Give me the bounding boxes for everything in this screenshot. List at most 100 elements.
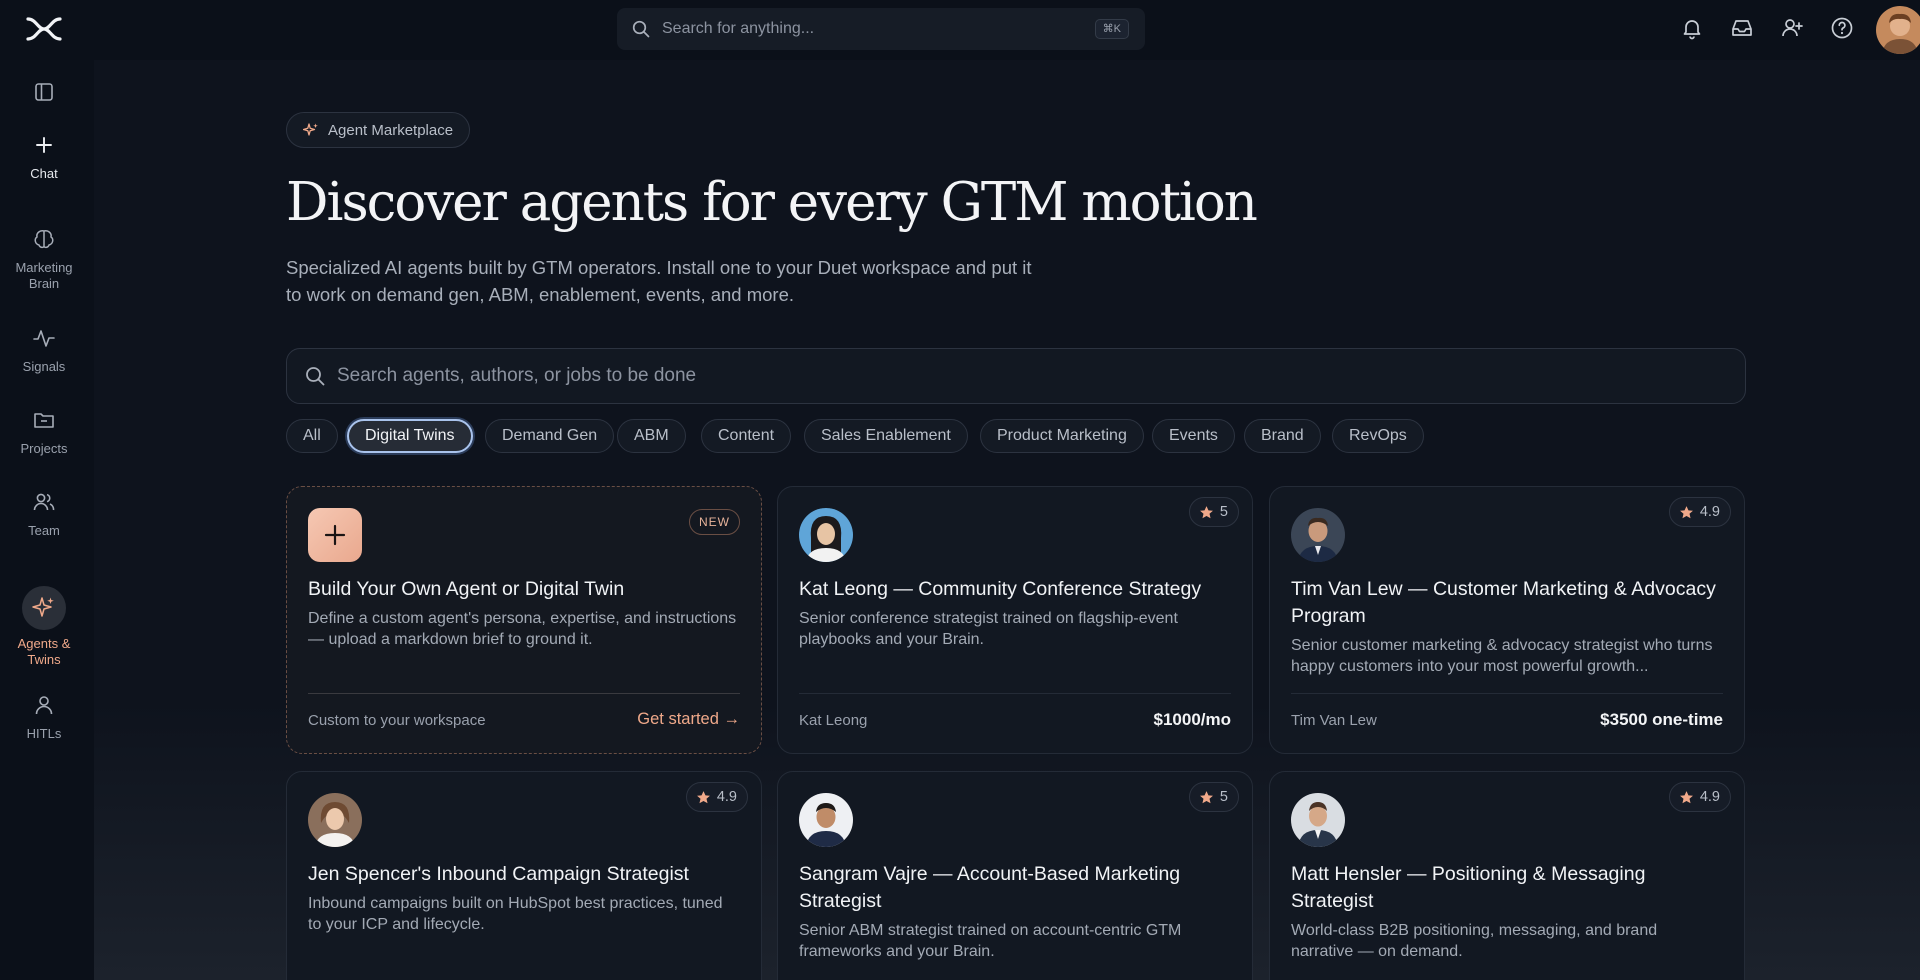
sidebar-item-marketing-brain[interactable]: Marketing Brain: [0, 226, 88, 292]
page-subtitle: Specialized AI agents built by GTM opera…: [286, 257, 1032, 305]
card-divider: [1291, 693, 1723, 694]
rating-value: 5: [1219, 504, 1228, 520]
sparkles-icon: [32, 597, 54, 617]
avatar: [1291, 793, 1345, 847]
sparkles-icon: [303, 123, 318, 136]
agent-card[interactable]: 4.9 Jen Spencer's Inbound Campaign Strat…: [286, 771, 762, 980]
marketplace-chip-label: Agent Marketplace: [328, 121, 454, 139]
sidebar-item-projects[interactable]: Projects: [0, 407, 88, 457]
card-divider: [308, 693, 740, 694]
star-icon: [1199, 790, 1213, 803]
card-description: World-class B2B positioning, messaging, …: [1291, 922, 1658, 960]
card-description: Senior customer marketing & advocacy str…: [1291, 637, 1713, 675]
filter-events[interactable]: Events: [1152, 419, 1235, 453]
user-avatar[interactable]: [1876, 6, 1920, 54]
plus-icon: [36, 137, 52, 153]
filter-demand-gen[interactable]: Demand Gen: [485, 419, 615, 453]
add-user-icon[interactable]: [1780, 16, 1804, 40]
agent-search-placeholder: Search agents, authors, or jobs to be do…: [337, 365, 697, 386]
sidebar-item-label: Team: [28, 523, 60, 538]
rating-badge: 4.9: [1668, 497, 1731, 527]
sidebar-item-label: HITLs: [26, 726, 62, 741]
rating-value: 4.9: [716, 789, 737, 805]
sidebar-item-label: Marketing Brain: [15, 260, 73, 291]
bell-icon[interactable]: [1680, 16, 1704, 40]
sidebar-toggle[interactable]: [0, 79, 88, 105]
filter-sales-enablement[interactable]: Sales Enablement: [804, 419, 968, 453]
card-title: Jen Spencer's Inbound Campaign Strategis…: [308, 863, 689, 885]
top-actions: [0, 16, 1920, 42]
sidebar-item-hitls[interactable]: HITLs: [0, 692, 88, 742]
add-agent-tile: [308, 508, 362, 562]
filter-product-marketing[interactable]: Product Marketing: [980, 419, 1144, 453]
active-indicator: [22, 586, 66, 630]
rating-value: 5: [1219, 789, 1228, 805]
filter-all[interactable]: All: [286, 419, 338, 453]
card-description: Senior conference strategist trained on …: [799, 610, 1178, 648]
filter-brand[interactable]: Brand: [1244, 419, 1321, 453]
sidebar-toggle-icon: [35, 83, 53, 101]
avatar: [799, 508, 853, 562]
agent-search-input[interactable]: Search agents, authors, or jobs to be do…: [286, 348, 1746, 404]
sidebar-item-chat[interactable]: Chat: [0, 132, 88, 182]
filter-abm[interactable]: ABM: [617, 419, 686, 453]
card-description: Inbound campaigns built on HubSpot best …: [308, 895, 723, 933]
page-title: Discover agents for every GTM motion: [286, 172, 1258, 233]
card-title: Kat Leong — Community Conference Strateg…: [799, 578, 1202, 600]
sidebar-item-signals[interactable]: Signals: [0, 325, 88, 375]
agent-card[interactable]: 4.9 Tim Van Lew — Customer Marketing & A…: [1269, 486, 1745, 754]
marketplace-chip: Agent Marketplace: [286, 112, 471, 148]
agent-card[interactable]: 5 Kat Leong — Community Conference Strat…: [777, 486, 1253, 754]
sidebar-item-team[interactable]: Team: [0, 489, 88, 539]
card-divider: [799, 693, 1231, 694]
filter-revops[interactable]: RevOps: [1332, 419, 1424, 453]
star-icon: [696, 790, 710, 803]
card-footer-label: Custom to your workspace: [308, 712, 486, 729]
search-icon: [306, 367, 325, 386]
help-icon[interactable]: [1830, 16, 1854, 40]
star-icon: [1679, 505, 1693, 518]
card-price: $1000/mo: [1153, 710, 1232, 729]
sidebar-item-label: Chat: [30, 166, 58, 181]
card-title: Sangram Vajre — Account-Based Marketing …: [799, 863, 1181, 912]
agent-card[interactable]: 5 Sangram Vajre — Account-Based Marketin…: [777, 771, 1253, 980]
avatar: [1291, 508, 1345, 562]
star-icon: [1679, 790, 1693, 803]
avatar: [308, 793, 362, 847]
card-author: Kat Leong: [799, 712, 868, 729]
rating-badge: 5: [1188, 782, 1239, 812]
card-title: Build Your Own Agent or Digital Twin: [308, 578, 625, 600]
card-title: Matt Hensler — Positioning & Messaging S…: [1291, 863, 1646, 912]
card-author: Tim Van Lew: [1291, 712, 1377, 729]
filter-digital-twins[interactable]: Digital Twins: [347, 419, 473, 453]
folder-icon: [34, 413, 54, 428]
inbox-icon[interactable]: [1730, 16, 1754, 40]
main-content: Agent Marketplace Discover agents for ev…: [94, 60, 1920, 980]
app-window: Search for anything... ⌘K Chat Marketing…: [0, 0, 1920, 980]
get-started-link[interactable]: Get started →: [637, 710, 740, 729]
sidebar-item-agents-twins[interactable]: Agents & Twins: [0, 586, 88, 668]
new-badge: NEW: [689, 509, 740, 535]
star-icon: [1199, 505, 1213, 518]
rating-badge: 4.9: [1668, 782, 1731, 812]
top-bar: Search for anything... ⌘K: [0, 0, 1920, 60]
sidebar-item-label: Agents & Twins: [17, 636, 71, 667]
person-icon: [35, 696, 53, 715]
rating-value: 4.9: [1699, 504, 1720, 520]
build-your-own-card[interactable]: NEW Build Your Own Agent or Digital Twin…: [286, 486, 762, 754]
sidebar-item-label: Projects: [20, 441, 68, 456]
plus-icon: [324, 524, 346, 546]
rating-badge: 4.9: [685, 782, 748, 812]
card-description: Senior ABM strategist trained on account…: [799, 922, 1182, 960]
pulse-icon: [33, 330, 55, 347]
brain-icon: [34, 230, 54, 249]
avatar: [799, 793, 853, 847]
sidebar: Chat Marketing Brain Signals Projects Te…: [0, 60, 88, 980]
rating-value: 4.9: [1699, 789, 1720, 805]
filter-content[interactable]: Content: [701, 419, 792, 453]
rating-badge: 5: [1188, 497, 1239, 527]
card-title: Tim Van Lew — Customer Marketing & Advoc…: [1291, 578, 1716, 627]
card-price: $3500 one-time: [1600, 710, 1723, 729]
agent-card[interactable]: 4.9 Matt Hensler — Positioning & Messagi…: [1269, 771, 1745, 980]
users-icon: [33, 493, 55, 511]
